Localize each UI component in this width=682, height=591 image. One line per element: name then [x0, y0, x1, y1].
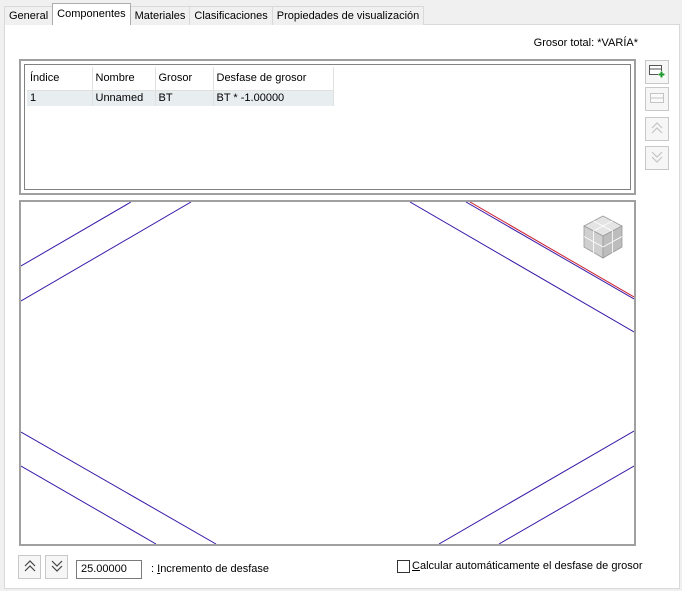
- add-component-icon: [648, 63, 666, 82]
- tab-materiales[interactable]: Materiales: [129, 6, 191, 25]
- preview-edge-line: [21, 465, 157, 544]
- preview-edge-line: [498, 465, 634, 544]
- style-editor-dialog: General Componentes Materiales Clasifica…: [0, 0, 682, 591]
- remove-component-button[interactable]: [645, 87, 669, 111]
- auto-calc-offset-checkbox[interactable]: [397, 560, 410, 573]
- components-table: Índice Nombre Grosor Desfase de grosor 1…: [27, 67, 334, 106]
- preview-edge-line: [21, 431, 217, 544]
- column-header-offset[interactable]: Desfase de grosor: [213, 67, 334, 91]
- offset-increment-label: : Incremento de desfase: [151, 563, 269, 575]
- auto-calc-label-rest: alcular automáticamente el desfase de gr…: [419, 560, 643, 572]
- total-thickness-label: Grosor total: *VARÍA*: [533, 37, 638, 49]
- table-header-row: Índice Nombre Grosor Desfase de grosor: [27, 67, 334, 91]
- offset-increment-label-rest: ncremento de desfase: [160, 563, 270, 575]
- move-down-button[interactable]: [645, 146, 669, 170]
- tab-bar: General Componentes Materiales Clasifica…: [4, 3, 425, 25]
- increase-offset-button[interactable]: [18, 555, 41, 579]
- preview-edge-line: [21, 202, 132, 267]
- move-up-icon: [649, 120, 665, 139]
- preview-lines: [21, 202, 634, 544]
- column-header-name[interactable]: Nombre: [92, 67, 156, 91]
- tab-general[interactable]: General: [4, 6, 54, 25]
- column-header-index[interactable]: Índice: [27, 67, 93, 91]
- cell-offset[interactable]: BT * -1.00000: [213, 90, 334, 106]
- tab-clasificaciones[interactable]: Clasificaciones: [189, 6, 273, 25]
- auto-calc-offset-label[interactable]: Calcular automáticamente el desfase de g…: [412, 560, 643, 572]
- column-header-thickness[interactable]: Grosor: [155, 67, 214, 91]
- move-down-icon: [649, 149, 665, 168]
- components-table-frame: Índice Nombre Grosor Desfase de grosor 1…: [19, 59, 636, 195]
- cell-index[interactable]: 1: [27, 90, 93, 106]
- auto-calc-mnemonic: C: [412, 560, 420, 572]
- tab-componentes[interactable]: Componentes: [52, 3, 131, 25]
- preview-edge-line: [438, 430, 634, 544]
- table-row[interactable]: 1 Unnamed BT BT * -1.00000: [27, 90, 334, 106]
- section-preview-viewport[interactable]: [19, 200, 636, 546]
- double-chevron-up-icon: [22, 558, 38, 577]
- double-chevron-down-icon: [49, 558, 65, 577]
- view-cube[interactable]: [581, 214, 625, 263]
- add-component-button[interactable]: [645, 60, 669, 84]
- remove-component-icon: [648, 90, 666, 109]
- move-up-button[interactable]: [645, 117, 669, 141]
- tab-propiedades-visualizacion[interactable]: Propiedades de visualización: [271, 6, 425, 25]
- decrease-offset-button[interactable]: [45, 555, 68, 579]
- cell-name[interactable]: Unnamed: [92, 90, 156, 106]
- offset-increment-input[interactable]: 25.00000: [76, 560, 142, 579]
- cell-thickness[interactable]: BT: [155, 90, 214, 106]
- components-table-container: Índice Nombre Grosor Desfase de grosor 1…: [24, 64, 631, 190]
